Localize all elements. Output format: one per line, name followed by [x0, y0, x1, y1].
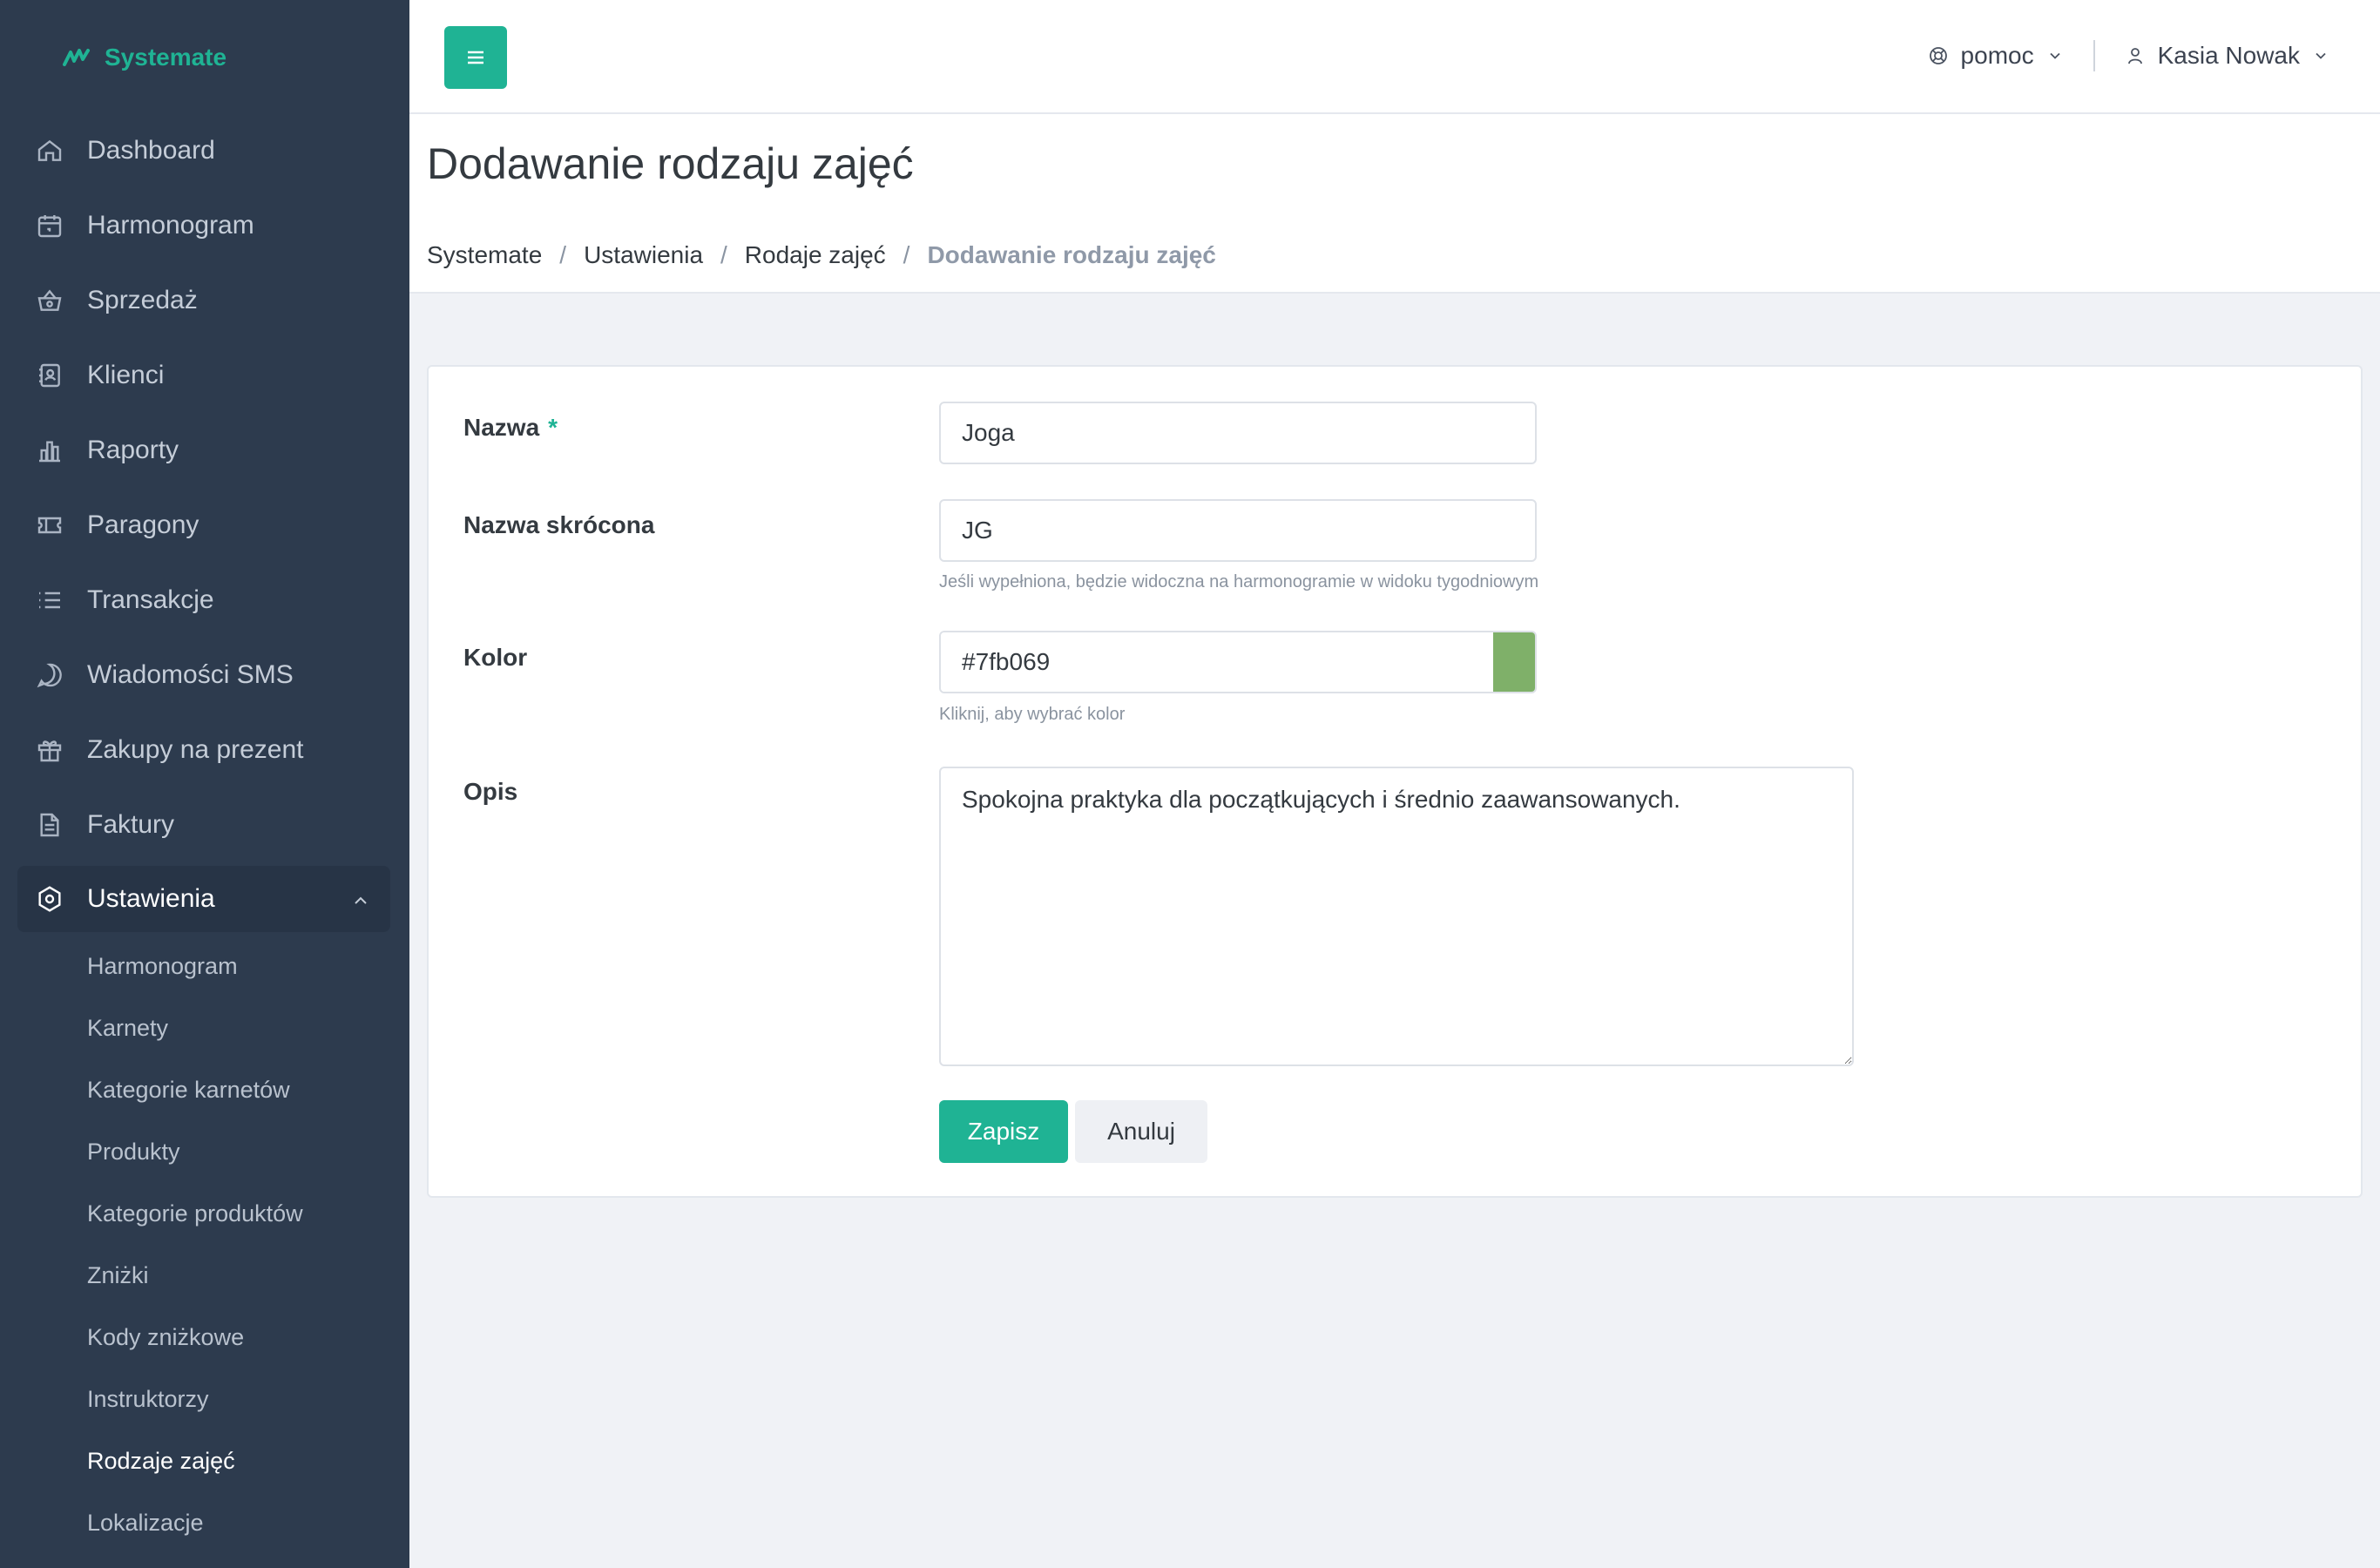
- subnav-item-produkty[interactable]: Produkty: [0, 1121, 409, 1183]
- sidebar-item-sprzedaz[interactable]: Sprzedaż: [17, 263, 390, 338]
- sidebar-item-transakcje[interactable]: Transakcje: [17, 563, 390, 638]
- sidebar-item-label: Wiadomości SMS: [87, 660, 294, 689]
- sidebar-item-label: Klienci: [87, 361, 165, 389]
- breadcrumb-item[interactable]: Systemate: [427, 241, 542, 269]
- gift-icon: [35, 735, 64, 765]
- color-label: Kolor: [463, 644, 528, 671]
- color-help: Kliknij, aby wybrać kolor: [939, 705, 1126, 724]
- required-mark: *: [548, 414, 558, 441]
- hamburger-icon: [468, 51, 483, 64]
- bar-chart-icon: [35, 436, 64, 465]
- sidebar-item-dashboard[interactable]: Dashboard: [17, 113, 390, 188]
- name-label: Nazwa *: [463, 414, 558, 442]
- lifebuoy-icon: [1929, 47, 1947, 64]
- sidebar: Systemate Dashboard Harmonogram Sprzedaż…: [0, 0, 409, 1568]
- color-picker: [939, 631, 1537, 693]
- settings-icon: [35, 884, 64, 914]
- topbar-actions: pomoc Kasia Nowak: [1928, 35, 2329, 77]
- short-name-help: Jeśli wypełniona, będzie widoczna na har…: [939, 572, 1539, 591]
- message-icon: [35, 660, 64, 690]
- sidebar-item-paragony[interactable]: Paragony: [17, 488, 390, 563]
- breadcrumb-separator: /: [903, 241, 910, 268]
- cancel-button[interactable]: Anuluj: [1075, 1100, 1207, 1163]
- color-input[interactable]: [941, 632, 1493, 692]
- brand-logo[interactable]: Systemate: [63, 40, 227, 75]
- description-label: Opis: [463, 778, 518, 805]
- sidebar-item-raporty[interactable]: Raporty: [17, 413, 390, 488]
- description-textarea[interactable]: Spokojna praktyka dla początkujących i ś…: [939, 767, 1854, 1066]
- chevron-down-icon: [2049, 52, 2060, 59]
- topbar: pomoc Kasia Nowak: [409, 0, 2380, 114]
- subnav-item-znizki[interactable]: Zniżki: [0, 1245, 409, 1307]
- sidebar-item-ustawienia[interactable]: Ustawienia: [17, 866, 390, 932]
- contacts-icon: [35, 361, 64, 390]
- color-swatch[interactable]: [1493, 632, 1535, 692]
- subnav-item-instruktorzy[interactable]: Instruktorzy: [0, 1369, 409, 1430]
- list-icon: [35, 585, 64, 615]
- page-header: Dodawanie rodzaju zajęć Systemate / Usta…: [409, 114, 2380, 294]
- sidebar-item-label: Sprzedaż: [87, 286, 198, 314]
- sidebar-item-label: Raporty: [87, 436, 179, 464]
- sidebar-item-faktury[interactable]: Faktury: [17, 787, 390, 862]
- subnav-item-harmonogram[interactable]: Harmonogram: [0, 936, 409, 997]
- sidebar-item-label: Dashboard: [87, 136, 215, 165]
- help-menu[interactable]: pomoc: [1928, 42, 2064, 70]
- basket-icon: [35, 286, 64, 315]
- sidebar-item-label: Zakupy na prezent: [87, 735, 304, 764]
- settings-subnav: Harmonogram Karnety Kategorie karnetów P…: [0, 936, 409, 1554]
- document-icon: [35, 810, 64, 840]
- save-button[interactable]: Zapisz: [939, 1100, 1068, 1163]
- sidebar-item-label: Paragony: [87, 510, 199, 539]
- breadcrumb-current: Dodawanie rodzaju zajęć: [927, 241, 1216, 268]
- user-menu[interactable]: Kasia Nowak: [2125, 42, 2329, 70]
- sidebar-item-label: Transakcje: [87, 585, 214, 614]
- chevron-up-icon: [350, 889, 371, 909]
- sidebar-item-wiadomosci-sms[interactable]: Wiadomości SMS: [17, 638, 390, 713]
- breadcrumb: Systemate / Ustawienia / Rodaje zajęć / …: [427, 241, 1216, 269]
- brand-mark-icon: [63, 49, 90, 66]
- page-title: Dodawanie rodzaju zajęć: [427, 139, 914, 188]
- subnav-item-rodzaje-zajec[interactable]: Rodzaje zajęć: [0, 1430, 409, 1492]
- sidebar-item-zakupy-na-prezent[interactable]: Zakupy na prezent: [17, 713, 390, 787]
- short-name-input[interactable]: [939, 499, 1537, 562]
- calendar-icon: [35, 211, 64, 240]
- breadcrumb-separator: /: [559, 241, 567, 268]
- breadcrumb-item[interactable]: Ustawienia: [584, 241, 703, 269]
- sidebar-item-label: Ustawienia: [87, 884, 215, 913]
- form-card: Nazwa * Nazwa skrócona Jeśli wypełniona, …: [427, 365, 2363, 1198]
- sidebar-item-label: Faktury: [87, 810, 175, 839]
- subnav-item-kategorie-karnetow[interactable]: Kategorie karnetów: [0, 1059, 409, 1121]
- sidebar-item-label: Harmonogram: [87, 211, 254, 240]
- subnav-item-kategorie-produktow[interactable]: Kategorie produktów: [0, 1183, 409, 1245]
- user-name: Kasia Nowak: [2157, 42, 2300, 69]
- sidebar-nav: Dashboard Harmonogram Sprzedaż Klienci R…: [0, 113, 409, 1554]
- menu-toggle-button[interactable]: [444, 26, 507, 89]
- short-name-label: Nazwa skrócona: [463, 511, 655, 538]
- subnav-item-kody-znizkowe[interactable]: Kody zniżkowe: [0, 1307, 409, 1369]
- name-input[interactable]: [939, 402, 1537, 464]
- ticket-icon: [35, 510, 64, 540]
- user-icon: [2127, 48, 2142, 64]
- help-label: pomoc: [1960, 42, 2034, 69]
- brand-name: Systemate: [105, 44, 227, 71]
- name-label-text: Nazwa: [463, 414, 540, 441]
- sidebar-item-harmonogram[interactable]: Harmonogram: [17, 188, 390, 263]
- home-icon: [35, 136, 64, 166]
- sidebar-item-klienci[interactable]: Klienci: [17, 338, 390, 413]
- subnav-item-karnety[interactable]: Karnety: [0, 997, 409, 1059]
- breadcrumb-separator: /: [720, 241, 727, 268]
- subnav-item-lokalizacje[interactable]: Lokalizacje: [0, 1492, 409, 1554]
- breadcrumb-item[interactable]: Rodaje zajęć: [745, 241, 886, 269]
- topbar-divider: [2093, 40, 2095, 71]
- chevron-down-icon: [2316, 52, 2326, 59]
